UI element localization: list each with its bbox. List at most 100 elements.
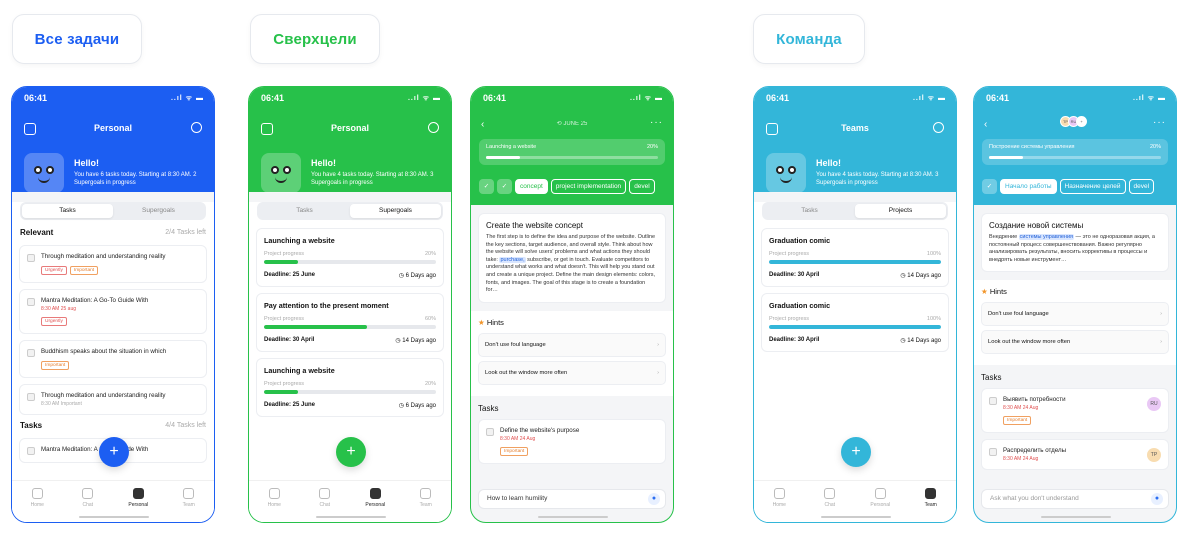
hint-item[interactable]: Don't use foul language › [478,332,666,357]
home-indicator [316,515,386,518]
nav-home[interactable]: Home [259,488,289,522]
task-checkbox[interactable] [27,393,35,401]
add-task-button[interactable]: + [99,437,129,467]
hint-item[interactable]: Look out the window more often › [981,330,1169,355]
search-icon[interactable] [428,122,439,133]
ask-input[interactable]: How to learn humility ● [478,489,666,509]
task-checkbox[interactable] [27,349,35,357]
task-checkbox[interactable] [27,447,35,455]
status-time: 06:41 [24,93,48,103]
chip-start[interactable]: Начало работы [1000,179,1057,194]
supergoal-card[interactable]: Launching a website Project progress 20% De… [256,228,444,287]
chip-devel[interactable]: devel [629,179,655,194]
supergoal-card[interactable]: Pay attention to the present moment Proje… [256,293,444,352]
chip-concept[interactable]: concept [515,179,548,194]
relevant-count: 2/4 Tasks left [165,229,206,236]
hints-section: ★ Hints Don't use foul language › Look ou… [471,310,673,396]
relevant-heading: Relevant [20,228,54,237]
project-card[interactable]: Graduation comic Project progress 100% Dead… [761,293,949,352]
back-icon[interactable]: ‹ [984,119,987,130]
tasks-supergoals-toggle[interactable]: Tasks Supergoals [20,202,206,220]
tasks-supergoals-toggle[interactable]: Tasks Supergoals [257,202,443,220]
tasks-projects-toggle[interactable]: Tasks Projects [762,202,948,220]
mascot-avatar [261,153,301,193]
task-card[interactable]: Define the website's purpose 8:30 AM 24 A… [478,418,666,464]
search-icon[interactable] [191,122,202,133]
tab-projects[interactable]: Projects [855,204,946,218]
team-avatars[interactable]: TP RU + [1060,116,1087,127]
search-icon[interactable] [933,122,944,133]
team-icon [183,488,195,499]
mic-icon[interactable]: ● [648,493,660,505]
task-card[interactable]: Buddhism speaks about the situation in w… [19,340,207,378]
phone-supergoal-detail: 06:41 ..ıl ᯤ ▬ ‹ ⟲ JUNE 25 ··· Launching a … [470,86,674,523]
task-title: Through meditation and understanding rea… [41,392,166,399]
tab-tasks[interactable]: Tasks [764,204,855,218]
chip-devel[interactable]: devel [1128,179,1155,194]
status-time: 06:41 [261,93,285,103]
add-supergoal-button[interactable]: + [336,437,366,467]
mic-icon[interactable]: ● [1151,493,1163,505]
task-meta: 8:30 AM Important [41,401,82,407]
task-card[interactable]: Распределить отделы 8:30 AM 24 Aug TP [981,439,1169,471]
task-checkbox[interactable] [989,448,997,457]
stage-card[interactable]: Создание новой системы Внедрение системы … [981,213,1169,273]
tab-tasks[interactable]: Tasks [259,204,350,218]
more-icon[interactable]: ··· [650,117,663,128]
greeting-subtitle: You have 6 tasks today. Starting at 8:30… [74,172,197,186]
more-icon[interactable]: ··· [1153,117,1166,128]
chat-icon [82,488,94,499]
supergoal-title: Launching a website [264,366,335,375]
task-meta: 8:30 AM 25 aug [41,306,77,312]
task-card[interactable]: Through meditation and understanding rea… [19,384,207,415]
goal-date: ⟲ JUNE 25 [556,121,588,127]
task-checkbox[interactable] [486,427,494,436]
nav-team[interactable]: Team [411,488,441,522]
phone-personal-tasks: 06:41 ..ıl ᯤ ▬ Personal Hello! You have 6 … [11,86,215,523]
task-checkbox[interactable] [27,254,35,262]
tab-supergoals[interactable]: Supergoals [113,204,204,218]
task-checkbox[interactable] [27,298,35,306]
tab-tasks[interactable]: Tasks [22,204,113,218]
status-icons: ..ıl ᯤ ▬ [170,95,204,102]
mascot-avatar [766,153,806,193]
check-icon[interactable]: ✓ [497,179,512,194]
chip-goals[interactable]: Назначение целей [1059,179,1126,194]
supergoal-card[interactable]: Launching a website Project progress 20% De… [256,358,444,417]
progress-bar [769,325,941,329]
nav-team[interactable]: Team [916,488,946,522]
stage-card[interactable]: Create the website concept The first step… [478,213,666,303]
chevron-right-icon: › [1160,339,1162,346]
progress-bar [264,260,436,264]
tag-urgently: Urgently [41,317,67,326]
task-card[interactable]: Mantra Meditation: A Go-To Guide With 8:3… [19,289,207,334]
task-card[interactable]: Through meditation and understanding rea… [19,245,207,283]
chip-implementation[interactable]: project implementation [550,179,627,194]
hint-item[interactable]: Look out the window more often › [478,360,666,385]
page-title: Teams [841,123,869,133]
chevron-right-icon: › [1160,311,1162,318]
ask-input[interactable]: Ask what you don't understand ● [981,489,1169,509]
chevron-right-icon: › [657,369,659,376]
check-icon[interactable]: ✓ [982,179,997,194]
nav-home[interactable]: Home [22,488,52,522]
task-checkbox[interactable] [989,397,997,406]
nav-team[interactable]: Team [174,488,204,522]
add-project-button[interactable]: + [841,437,871,467]
task-card[interactable]: Выявить потребности 8:30 AM 24 Aug Importa… [981,388,1169,434]
greeting-subtitle: You have 4 tasks today. Starting at 8:30… [816,172,939,186]
mascot-avatar [24,153,64,193]
supergoals-label: Сверхцели [250,14,380,64]
project-card[interactable]: Graduation comic Project progress 100% Dead… [761,228,949,287]
check-icon[interactable]: ✓ [479,179,494,194]
progress-bar [264,325,436,329]
hint-item[interactable]: Don't use foul language › [981,302,1169,327]
personal-icon [369,488,381,499]
stage-chips: ✓ ✓ concept project implementation devel [479,179,655,194]
tab-supergoals[interactable]: Supergoals [350,204,441,218]
status-time: 06:41 [766,93,790,103]
greeting: Hello! [311,158,337,168]
nav-home[interactable]: Home [764,488,794,522]
tasks-count: 4/4 Tasks left [165,422,206,429]
tag-important: Important [41,361,70,370]
